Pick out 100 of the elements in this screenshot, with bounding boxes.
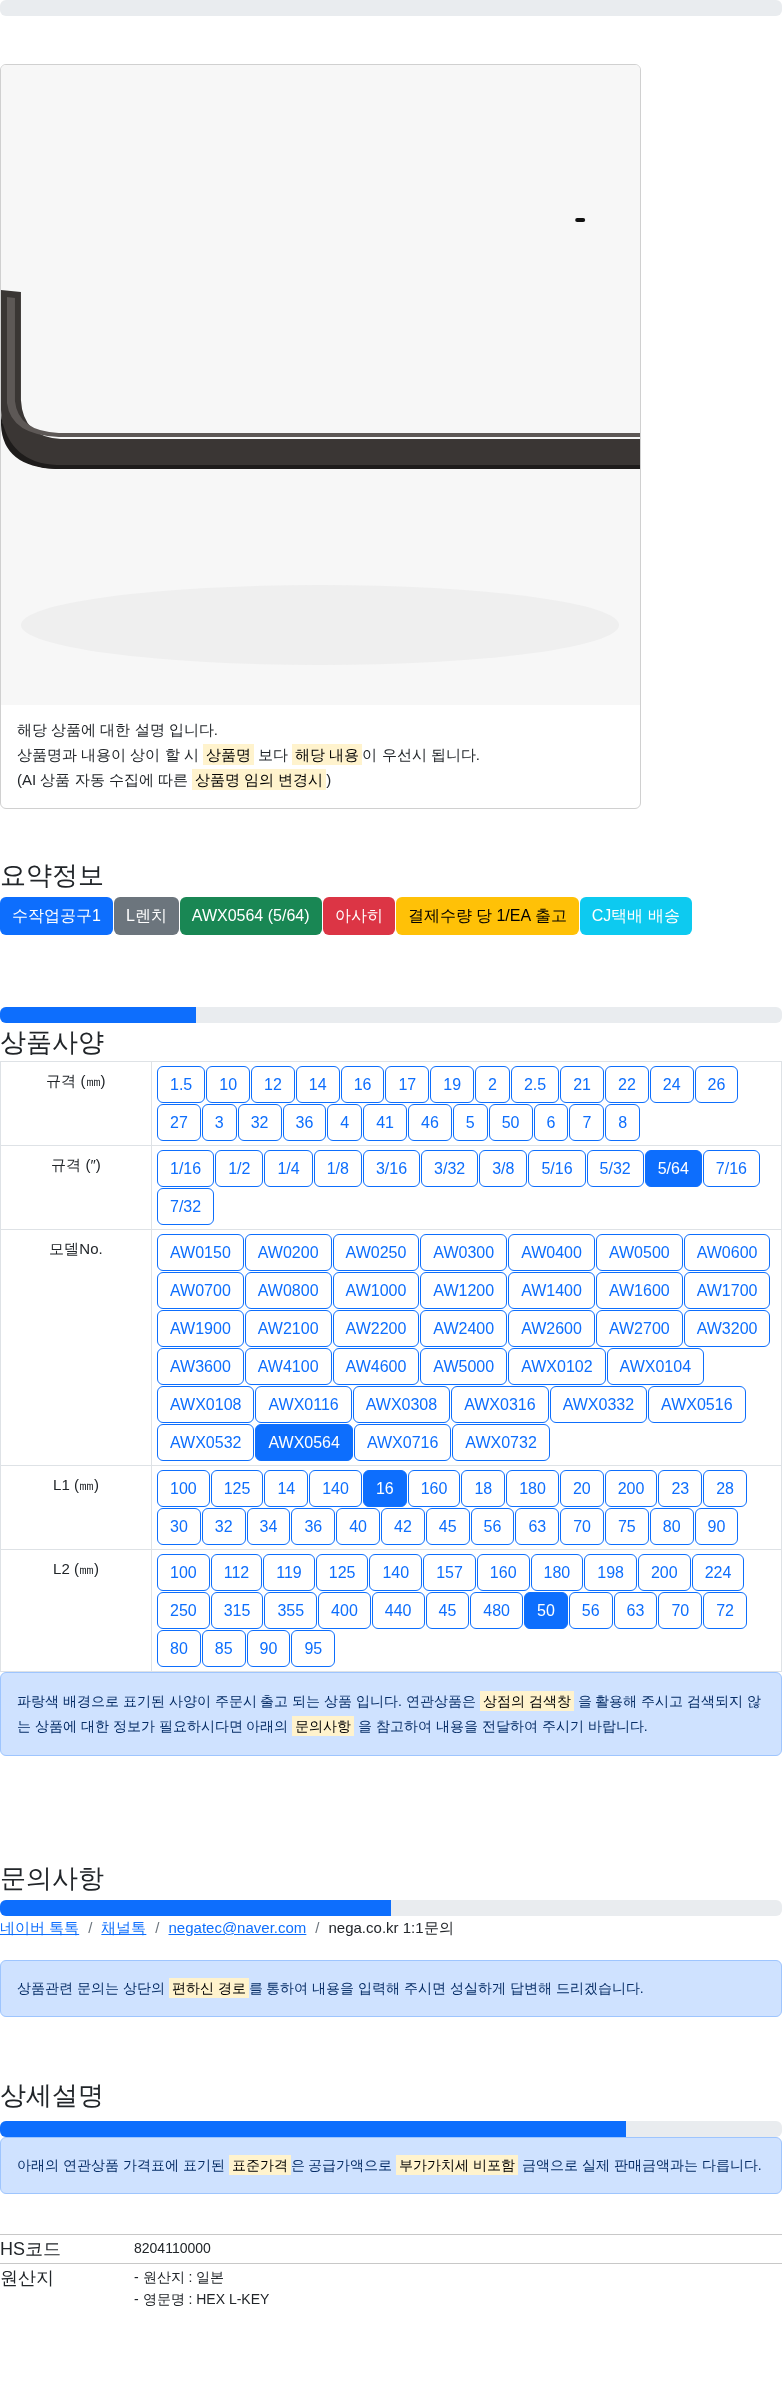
option-button[interactable]: 100 <box>157 1554 210 1591</box>
option-button[interactable]: 32 <box>237 1104 282 1141</box>
option-button[interactable]: 355 <box>264 1592 318 1629</box>
option-button[interactable]: 100 <box>157 1470 210 1507</box>
option-button[interactable]: 19 <box>430 1066 475 1103</box>
option-button[interactable]: 5/32 <box>586 1150 644 1187</box>
option-button[interactable]: AW1200 <box>420 1272 508 1309</box>
option-button[interactable]: 72 <box>703 1592 747 1629</box>
option-button[interactable]: 34 <box>246 1508 291 1545</box>
option-button[interactable]: 63 <box>515 1508 560 1545</box>
option-button[interactable]: 125 <box>315 1554 369 1591</box>
option-button[interactable]: 14 <box>295 1066 340 1103</box>
option-button[interactable]: AWX0732 <box>452 1424 550 1461</box>
option-button[interactable]: AW0300 <box>420 1234 508 1271</box>
option-button[interactable]: AWX0108 <box>157 1386 255 1423</box>
option-button[interactable]: 1/2 <box>215 1150 264 1187</box>
option-button[interactable]: 70 <box>560 1508 604 1545</box>
option-button[interactable]: AW2200 <box>332 1310 420 1347</box>
option-button[interactable]: 3 <box>201 1104 237 1141</box>
option-button[interactable]: 2.5 <box>510 1066 560 1103</box>
option-button[interactable]: AW0700 <box>157 1272 244 1309</box>
contact-link[interactable]: 네이버 톡톡 <box>0 1916 80 1940</box>
option-button[interactable]: 5 <box>452 1104 488 1141</box>
option-button[interactable]: 50 <box>524 1592 568 1629</box>
option-button[interactable]: 90 <box>694 1508 739 1545</box>
option-button[interactable]: AW5000 <box>420 1348 508 1385</box>
option-button[interactable]: 75 <box>604 1508 649 1545</box>
option-button[interactable]: 90 <box>246 1630 291 1667</box>
option-button[interactable]: AWX0716 <box>353 1424 452 1461</box>
option-button[interactable]: 16 <box>362 1470 407 1507</box>
option-button[interactable]: 112 <box>210 1554 263 1591</box>
option-button[interactable]: 7/32 <box>157 1188 215 1225</box>
option-button[interactable]: 140 <box>369 1554 423 1591</box>
option-button[interactable]: 41 <box>363 1104 407 1141</box>
option-button[interactable]: 1/8 <box>313 1150 362 1187</box>
option-button[interactable]: 95 <box>291 1630 336 1667</box>
option-button[interactable]: 28 <box>703 1470 747 1507</box>
option-button[interactable]: 8 <box>605 1104 641 1141</box>
option-button[interactable]: AWX0104 <box>606 1348 705 1385</box>
option-button[interactable]: AW2700 <box>595 1310 683 1347</box>
option-button[interactable]: 50 <box>488 1104 533 1141</box>
option-button[interactable]: 26 <box>694 1066 739 1103</box>
option-button[interactable]: 224 <box>691 1554 745 1591</box>
option-button[interactable]: 119 <box>263 1554 315 1591</box>
option-button[interactable]: 21 <box>560 1066 604 1103</box>
option-button[interactable]: AW2400 <box>420 1310 508 1347</box>
option-button[interactable]: AWX0332 <box>549 1386 648 1423</box>
option-button[interactable]: 16 <box>340 1066 385 1103</box>
option-button[interactable]: AW0800 <box>244 1272 332 1309</box>
option-button[interactable]: AW2100 <box>244 1310 332 1347</box>
option-button[interactable]: AWX0564 <box>255 1424 353 1461</box>
option-button[interactable]: 42 <box>381 1508 425 1545</box>
option-button[interactable]: AW0250 <box>332 1234 420 1271</box>
option-button[interactable]: 24 <box>649 1066 694 1103</box>
option-button[interactable]: 480 <box>470 1592 523 1629</box>
option-button[interactable]: 85 <box>201 1630 246 1667</box>
option-button[interactable]: 5/64 <box>644 1150 702 1187</box>
option-button[interactable]: AWX0116 <box>255 1386 352 1423</box>
option-button[interactable]: 160 <box>407 1470 461 1507</box>
option-button[interactable]: AW1400 <box>508 1272 595 1309</box>
option-button[interactable]: 80 <box>157 1630 201 1667</box>
option-button[interactable]: 1/16 <box>157 1150 215 1187</box>
option-button[interactable]: 4 <box>327 1104 363 1141</box>
option-button[interactable]: 140 <box>309 1470 362 1507</box>
option-button[interactable]: 3/16 <box>362 1150 421 1187</box>
option-button[interactable]: AWX0516 <box>648 1386 746 1423</box>
option-button[interactable]: 157 <box>423 1554 476 1591</box>
option-button[interactable]: AW4600 <box>332 1348 420 1385</box>
option-button[interactable]: 80 <box>649 1508 694 1545</box>
option-button[interactable]: AW2600 <box>508 1310 595 1347</box>
option-button[interactable]: 36 <box>291 1508 336 1545</box>
option-button[interactable]: 32 <box>201 1508 246 1545</box>
option-button[interactable]: AWX0308 <box>352 1386 451 1423</box>
option-button[interactable]: AWX0532 <box>157 1424 255 1461</box>
option-button[interactable]: 315 <box>210 1592 264 1629</box>
option-button[interactable]: AW0200 <box>244 1234 332 1271</box>
option-button[interactable]: 1/4 <box>264 1150 313 1187</box>
option-button[interactable]: 45 <box>425 1508 470 1545</box>
option-button[interactable]: AW3600 <box>157 1348 244 1385</box>
option-button[interactable]: 70 <box>658 1592 703 1629</box>
option-button[interactable]: AW4100 <box>244 1348 332 1385</box>
option-button[interactable]: 250 <box>157 1592 210 1629</box>
option-button[interactable]: 12 <box>251 1066 295 1103</box>
option-button[interactable]: 3/8 <box>479 1150 528 1187</box>
option-button[interactable]: 40 <box>336 1508 380 1545</box>
option-button[interactable]: 200 <box>604 1470 658 1507</box>
option-button[interactable]: 400 <box>318 1592 371 1629</box>
option-button[interactable]: 22 <box>605 1066 649 1103</box>
option-button[interactable]: AW0400 <box>508 1234 595 1271</box>
option-button[interactable]: AW3200 <box>683 1310 771 1347</box>
option-button[interactable]: 7/16 <box>702 1150 760 1187</box>
option-button[interactable]: 180 <box>530 1554 584 1591</box>
option-button[interactable]: 440 <box>371 1592 425 1629</box>
option-button[interactable]: 46 <box>408 1104 452 1141</box>
option-button[interactable]: AW0600 <box>683 1234 771 1271</box>
option-button[interactable]: 160 <box>476 1554 530 1591</box>
option-button[interactable]: 5/16 <box>528 1150 586 1187</box>
option-button[interactable]: 45 <box>425 1592 470 1629</box>
option-button[interactable]: 17 <box>385 1066 430 1103</box>
option-button[interactable]: 23 <box>658 1470 703 1507</box>
